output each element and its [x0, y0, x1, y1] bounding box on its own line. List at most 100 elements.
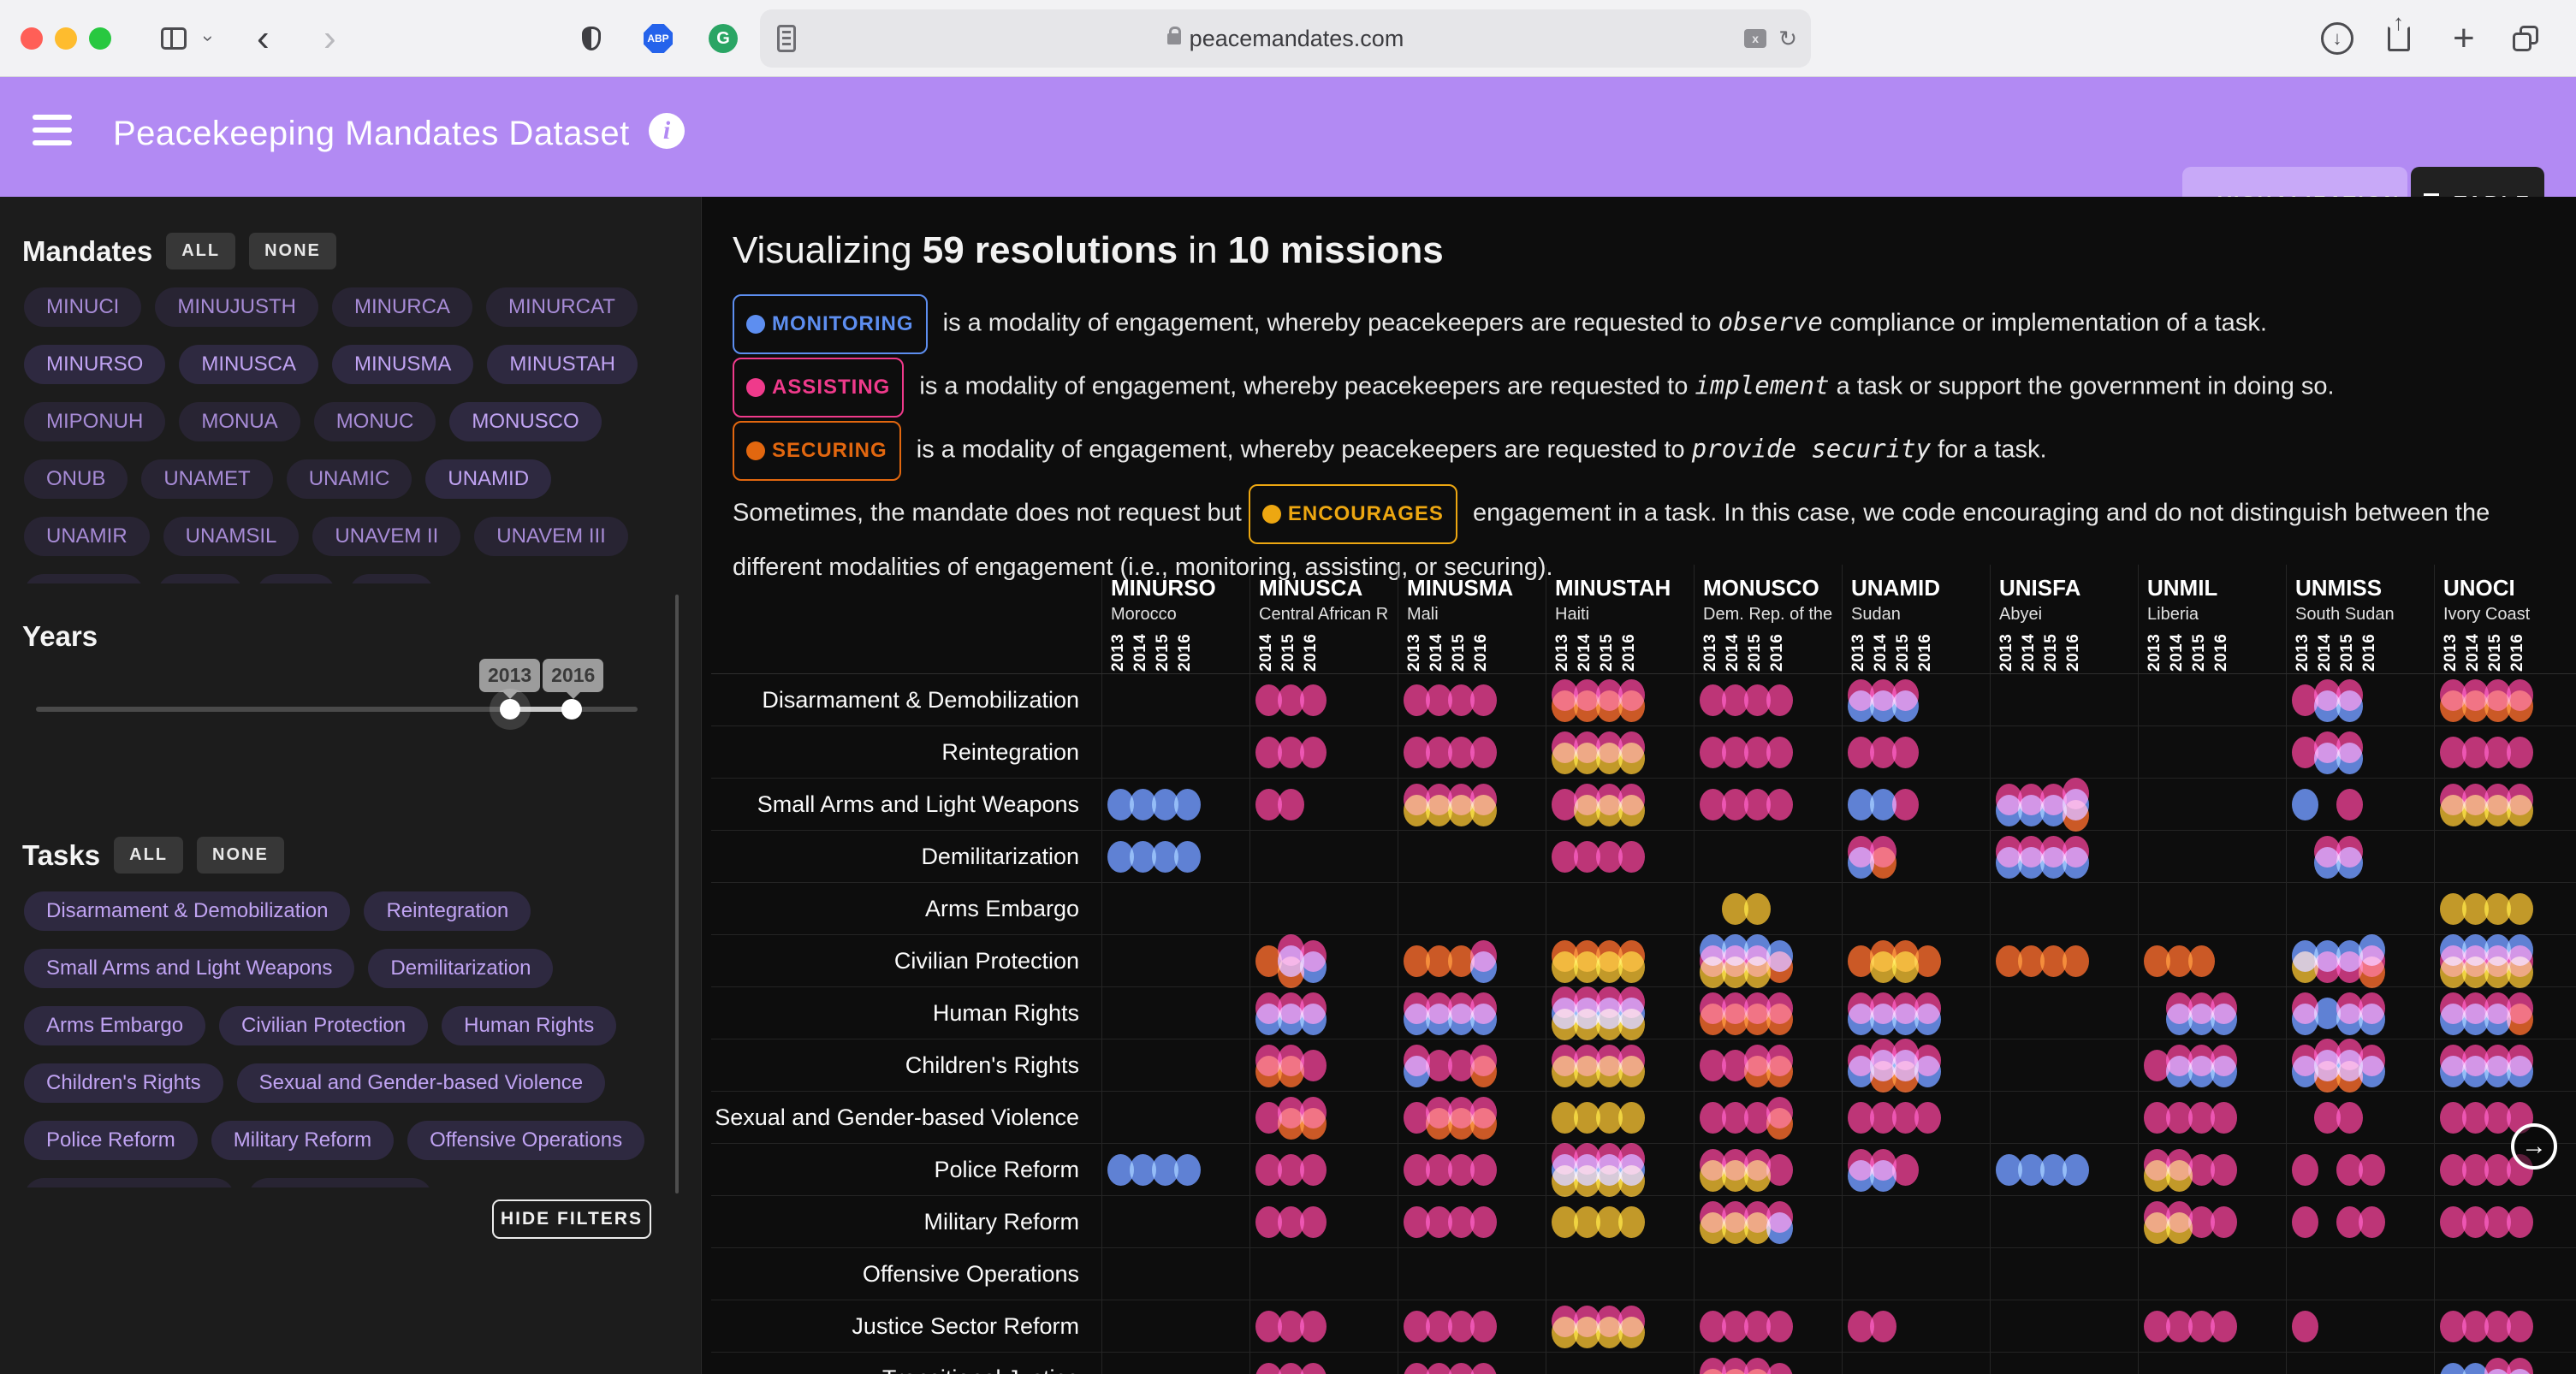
securing-dot[interactable] [1914, 945, 1941, 977]
monitoring-dot[interactable] [1914, 1004, 1941, 1035]
mandate-chip-partial[interactable] [257, 574, 335, 583]
assisting-dot[interactable] [2211, 1102, 2237, 1134]
mandate-chip-partial[interactable] [349, 574, 434, 583]
shield-icon[interactable] [582, 0, 601, 77]
encourages-dot[interactable] [1618, 1056, 1645, 1087]
encourages-dot[interactable] [2507, 795, 2533, 826]
assisting-dot[interactable] [1470, 684, 1497, 716]
mandate-chip[interactable]: MONUA [179, 402, 300, 441]
mandates-all-button[interactable]: ALL [166, 233, 235, 269]
assisting-dot[interactable] [1892, 737, 1919, 768]
task-chip[interactable]: Small Arms and Light Weapons [24, 949, 354, 988]
scroll-right-button[interactable]: → [2511, 1123, 2557, 1170]
mandate-chip[interactable]: UNAMID [425, 459, 551, 499]
task-chip[interactable]: Sexual and Gender-based Violence [237, 1063, 606, 1103]
mandate-chip[interactable]: UNAVEM III [474, 517, 628, 556]
task-chip[interactable]: Civilian Protection [219, 1006, 428, 1045]
grammarly-icon[interactable]: G [709, 0, 738, 77]
monitoring-dot[interactable] [2211, 1004, 2237, 1035]
assisting-dot[interactable] [2507, 1311, 2533, 1342]
assisting-dot[interactable] [1870, 1311, 1896, 1342]
monitoring-dot[interactable] [2336, 743, 2363, 774]
legend-badge-monitoring[interactable]: MONITORING [733, 294, 928, 354]
monitoring-dot[interactable] [2292, 789, 2318, 820]
assisting-dot[interactable] [1892, 1154, 1919, 1186]
assisting-dot[interactable] [1470, 737, 1497, 768]
tab-overview-icon[interactable] [2513, 0, 2538, 77]
mandate-chip[interactable]: MINURCAT [486, 287, 638, 327]
task-chip[interactable]: Arms Embargo [24, 1006, 205, 1045]
address-bar[interactable]: peacemandates.com x ↻ [760, 9, 1811, 68]
mandates-none-button[interactable]: NONE [249, 233, 336, 269]
close-window-button[interactable] [21, 27, 43, 50]
mandate-chip[interactable]: UNAMET [141, 459, 272, 499]
monitoring-dot[interactable] [2063, 1154, 2089, 1186]
mandate-chip[interactable]: UNAMSIL [163, 517, 300, 556]
assisting-dot[interactable] [2292, 1154, 2318, 1186]
monitoring-dot[interactable] [2359, 1004, 2385, 1035]
assisting-dot[interactable] [2359, 1154, 2385, 1186]
securing-dot[interactable] [1470, 1108, 1497, 1140]
reader-view-icon[interactable] [777, 25, 796, 52]
monitoring-dot[interactable] [1174, 1154, 1201, 1186]
assisting-dot[interactable] [1300, 1050, 1327, 1081]
legend-badge-encourages[interactable]: ENCOURAGES [1249, 484, 1457, 544]
info-icon[interactable]: i [649, 113, 685, 149]
assisting-dot[interactable] [1300, 1363, 1327, 1374]
task-chip[interactable]: Demilitarization [368, 949, 553, 988]
assisting-dot[interactable] [1766, 1363, 1793, 1374]
assisting-dot[interactable] [2211, 1206, 2237, 1238]
zoom-window-button[interactable] [89, 27, 111, 50]
assisting-dot[interactable] [2336, 1102, 2363, 1134]
monitoring-dot[interactable] [1300, 951, 1327, 983]
assisting-dot[interactable] [2359, 1206, 2385, 1238]
assisting-dot[interactable] [2292, 1206, 2318, 1238]
task-chip[interactable]: Reintegration [364, 891, 531, 931]
monitoring-dot[interactable] [2507, 1056, 2533, 1087]
monitoring-dot[interactable] [1892, 690, 1919, 722]
mandate-chip[interactable]: MINUJUSTH [155, 287, 318, 327]
monitoring-dot[interactable] [2211, 1056, 2237, 1087]
securing-dot[interactable] [1618, 690, 1645, 722]
mandate-chip[interactable]: MONUSCO [449, 402, 601, 441]
mandate-chip[interactable]: MINUSMA [332, 345, 473, 384]
assisting-dot[interactable] [1470, 1363, 1497, 1374]
encourages-dot[interactable] [1618, 951, 1645, 983]
encourages-dot[interactable] [1618, 795, 1645, 826]
years-slider-handle-to[interactable] [561, 699, 582, 720]
sidebar-scrollbar[interactable] [675, 595, 679, 1193]
assisting-dot[interactable] [2211, 1311, 2237, 1342]
assisting-dot[interactable] [1618, 841, 1645, 873]
legend-badge-assisting[interactable]: ASSISTING [733, 358, 904, 418]
securing-dot[interactable] [1766, 1056, 1793, 1087]
years-slider[interactable] [36, 707, 638, 712]
mandate-chip[interactable]: UNAVEM II [312, 517, 460, 556]
encourages-dot[interactable] [1618, 1102, 1645, 1134]
mandate-chip[interactable]: MINUSCA [179, 345, 318, 384]
mandate-chip[interactable]: MINUSTAH [487, 345, 638, 384]
assisting-dot[interactable] [1766, 1154, 1793, 1186]
securing-dot[interactable] [1300, 1108, 1327, 1140]
assisting-dot[interactable] [2336, 789, 2363, 820]
assisting-dot[interactable] [1300, 737, 1327, 768]
hide-filters-button[interactable]: HIDE FILTERS [492, 1199, 651, 1239]
securing-dot[interactable] [2063, 945, 2089, 977]
task-chip[interactable]: Disarmament & Demobilization [24, 891, 350, 931]
monitoring-dot[interactable] [2063, 847, 2089, 879]
encourages-dot[interactable] [1618, 1009, 1645, 1040]
securing-dot[interactable] [1766, 1108, 1793, 1140]
assisting-dot[interactable] [1300, 1154, 1327, 1186]
mandate-chip-partial[interactable] [157, 574, 243, 583]
securing-dot[interactable] [1870, 847, 1896, 879]
securing-dot[interactable] [1470, 1056, 1497, 1087]
mandate-chip[interactable]: ONUB [24, 459, 128, 499]
task-chip[interactable]: Human Rights [442, 1006, 616, 1045]
monitoring-dot[interactable] [1300, 1004, 1327, 1035]
encourages-dot[interactable] [1618, 1206, 1645, 1238]
mandate-chip[interactable]: UNCRO [24, 574, 144, 583]
tasks-none-button[interactable]: NONE [197, 837, 284, 874]
assisting-dot[interactable] [1766, 1311, 1793, 1342]
assisting-dot[interactable] [1300, 1206, 1327, 1238]
securing-dot[interactable] [2188, 945, 2215, 977]
assisting-dot[interactable] [2507, 737, 2533, 768]
